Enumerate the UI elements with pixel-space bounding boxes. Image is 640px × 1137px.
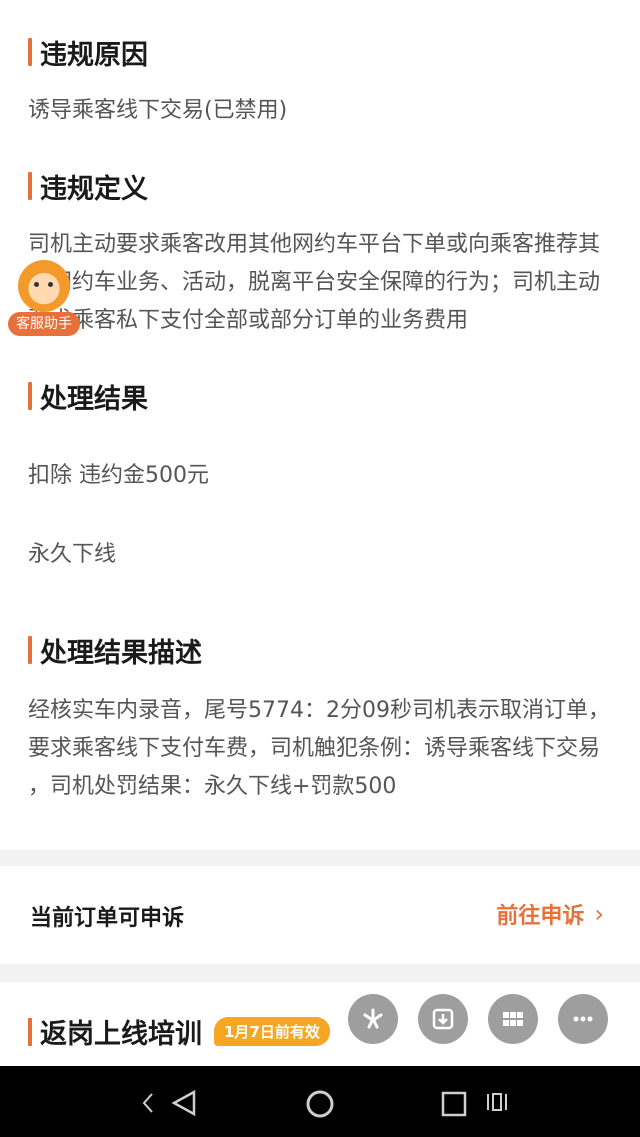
accent-bar bbox=[28, 1017, 32, 1046]
section-title-text: 处理结果描述 bbox=[40, 637, 202, 669]
definition-text: 司机主动要求乘客改用其他网约车平台下单或向乘客推荐其他网约车业务、活动，脱离平台… bbox=[28, 232, 601, 333]
accent-bar bbox=[28, 38, 32, 66]
training-title: 返岗上线培训 1月7日前有效 bbox=[28, 1012, 330, 1051]
assistant-label: 客服助手 bbox=[8, 312, 80, 336]
accent-bar bbox=[28, 382, 32, 410]
assistant-eyes bbox=[34, 282, 56, 288]
violation-card: 违规原因 诱导乘客线下交易(已禁用) 违规定义 司机主动要求乘客改用其他网约车平… bbox=[0, 0, 640, 850]
appeal-action-text: 前往申诉 bbox=[496, 904, 585, 929]
sparkle-icon[interactable] bbox=[348, 994, 398, 1044]
description-text: 经核实车内录音，尾号5774：2分09秒司机表示取消订单，要求乘客线下支付车费，… bbox=[28, 698, 610, 799]
section-title-text: 违规定义 bbox=[40, 173, 148, 205]
more-icon[interactable] bbox=[558, 994, 608, 1044]
reason-text: 诱导乘客线下交易(已禁用) bbox=[28, 98, 288, 123]
validity-badge: 1月7日前有效 bbox=[214, 1017, 330, 1046]
system-navbar bbox=[0, 1066, 640, 1137]
training-title-text: 返岗上线培训 bbox=[40, 1019, 202, 1050]
home-icon[interactable] bbox=[304, 1088, 336, 1124]
menu-icon[interactable] bbox=[484, 1090, 512, 1118]
result-item: 永久下线 bbox=[28, 542, 117, 567]
accent-bar bbox=[28, 172, 32, 200]
accent-bar bbox=[28, 636, 32, 664]
section-title-reason: 违规原因 bbox=[28, 34, 148, 71]
section-title-description: 处理结果描述 bbox=[28, 632, 202, 669]
section-title-text: 违规原因 bbox=[40, 39, 148, 71]
grid-icon[interactable] bbox=[488, 994, 538, 1044]
section-title-text: 处理结果 bbox=[40, 383, 148, 415]
result-item: 扣除 违约金500元 bbox=[28, 463, 209, 488]
divider bbox=[0, 850, 640, 866]
appeal-link[interactable]: 前往申诉 › bbox=[496, 898, 604, 930]
training-card[interactable]: 返岗上线培训 1月7日前有效 bbox=[0, 982, 640, 1068]
chevron-right-icon: › bbox=[594, 900, 604, 928]
section-title-definition: 违规定义 bbox=[28, 168, 148, 205]
section-title-result: 处理结果 bbox=[28, 378, 148, 415]
appeal-row[interactable]: 当前订单可申诉 前往申诉 › bbox=[0, 866, 640, 964]
customer-service-assistant[interactable]: 客服助手 bbox=[8, 260, 80, 344]
download-icon[interactable] bbox=[418, 994, 468, 1044]
appeal-label: 当前订单可申诉 bbox=[30, 906, 185, 931]
recents-icon[interactable] bbox=[440, 1090, 468, 1122]
back-icon[interactable] bbox=[132, 1088, 202, 1122]
divider bbox=[0, 964, 640, 982]
